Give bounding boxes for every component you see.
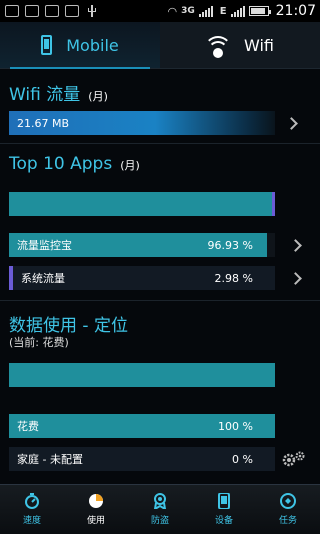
app-percent: 96.93 % xyxy=(207,238,253,252)
pie-chart-icon xyxy=(89,494,103,508)
tab-mobile[interactable]: Mobile xyxy=(0,22,160,69)
app-name: 系统流量 xyxy=(21,272,65,285)
notification-icon xyxy=(5,5,19,17)
network-type-e: E xyxy=(219,5,227,17)
signal-icon xyxy=(198,5,213,17)
top-apps-summary-bar xyxy=(9,192,275,216)
nav-device-label: 设备 xyxy=(214,516,233,526)
nav-usage-label: 使用 xyxy=(86,516,105,526)
app-row[interactable]: 系统流量 2.98 % xyxy=(9,266,275,290)
badge-icon xyxy=(153,493,167,509)
data-usage-summary-bar xyxy=(9,363,275,387)
app-percent: 2.98 % xyxy=(214,271,253,285)
clock: 21:07 xyxy=(275,3,316,19)
nav-usage[interactable]: 使用 xyxy=(64,485,128,534)
nav-device[interactable]: 设备 xyxy=(192,485,256,534)
battery-icon xyxy=(248,6,271,16)
location-name: 花费 xyxy=(17,420,39,433)
wifi-status-icon: ◠ xyxy=(167,4,178,18)
wifi-usage-title: Wifi 流量 (月) xyxy=(9,85,108,105)
device-icon xyxy=(218,493,230,509)
location-row[interactable]: 家庭 - 未配置 0 % xyxy=(9,447,275,471)
chevron-right-icon[interactable] xyxy=(285,117,298,130)
network-type-3g: 3G xyxy=(181,6,195,16)
wifi-icon xyxy=(204,36,232,58)
usb-icon xyxy=(85,5,99,17)
phone-icon xyxy=(41,35,53,55)
location-row[interactable]: 花费 100 % xyxy=(9,414,275,438)
divider xyxy=(0,143,320,144)
nav-tasks[interactable]: 任务 xyxy=(256,485,320,534)
nav-antitheft[interactable]: 防盗 xyxy=(128,485,192,534)
sd-card-icon xyxy=(65,5,79,17)
chevron-right-icon[interactable] xyxy=(289,239,302,252)
speedometer-icon xyxy=(25,493,39,509)
tab-wifi[interactable]: Wifi xyxy=(160,22,320,68)
tasks-icon xyxy=(280,493,296,509)
wifi-usage-value: 21.67 MB xyxy=(17,116,70,130)
nav-antitheft-label: 防盗 xyxy=(150,516,169,526)
nav-speed-label: 速度 xyxy=(22,516,41,526)
status-bar: ◠ 3G E 21:07 xyxy=(0,0,320,22)
location-name: 家庭 - 未配置 xyxy=(17,453,83,466)
location-percent: 0 % xyxy=(232,452,253,466)
app-name: 流量监控宝 xyxy=(17,239,72,252)
nav-speed[interactable]: 速度 xyxy=(0,485,64,534)
data-usage-current-note: (当前: 花费) xyxy=(9,336,69,349)
nav-tasks-label: 任务 xyxy=(278,516,297,526)
tab-mobile-label: Mobile xyxy=(66,35,119,55)
location-percent: 100 % xyxy=(218,419,253,433)
wifi-usage-bar[interactable]: 21.67 MB xyxy=(9,111,275,135)
data-usage-title: 数据使用 - 定位 xyxy=(9,316,128,336)
settings-gears-icon[interactable] xyxy=(281,450,307,468)
usb-debug-icon xyxy=(45,5,59,17)
tab-bar: Mobile Wifi xyxy=(0,22,320,69)
tab-wifi-label: Wifi xyxy=(244,35,274,55)
signal-icon-2 xyxy=(230,5,245,17)
app-row[interactable]: 流量监控宝 96.93 % xyxy=(9,233,275,257)
bottom-navigation: 速度 使用 防盗 设备 任务 xyxy=(0,484,320,534)
divider xyxy=(0,300,320,301)
chevron-right-icon[interactable] xyxy=(289,272,302,285)
message-icon xyxy=(25,5,39,17)
top-apps-title: Top 10 Apps (月) xyxy=(9,154,140,174)
